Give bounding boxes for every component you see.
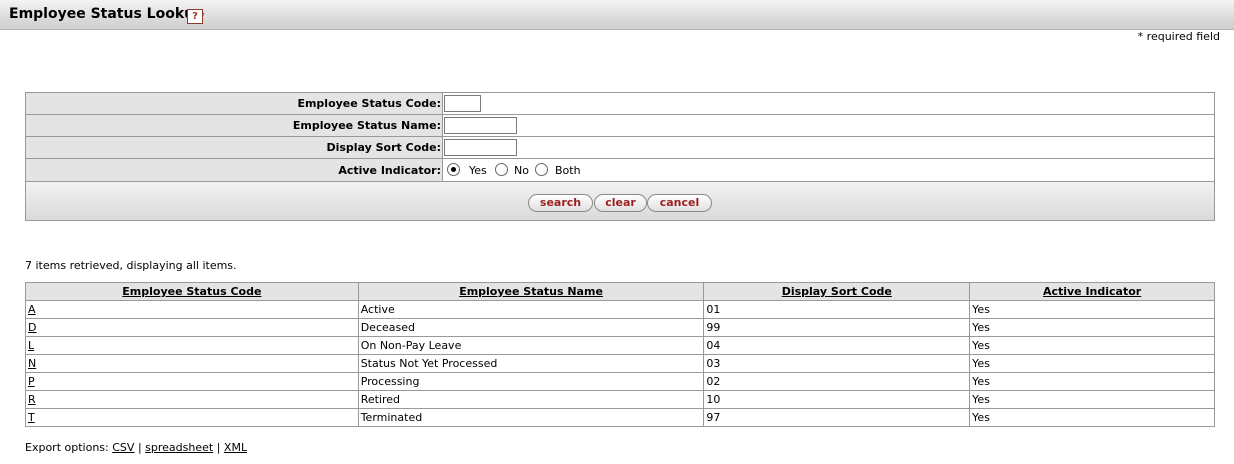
title-bar: Employee Status Lookup ?	[0, 0, 1234, 30]
sort-code-cell: 99	[703, 318, 971, 337]
column-header-sort-code[interactable]: Display Sort Code	[703, 282, 971, 301]
active-indicator-cell: Yes	[969, 408, 1215, 427]
field-row-sort-code: Display Sort Code:	[26, 137, 1214, 159]
sort-code-cell: 03	[703, 354, 971, 373]
employee-status-code-label: Employee Status Code:	[26, 93, 443, 114]
search-button[interactable]: search	[528, 194, 593, 212]
export-csv-link[interactable]: CSV	[112, 441, 134, 454]
column-header-active-indicator[interactable]: Active Indicator	[969, 282, 1215, 301]
required-field-note: * required field	[1137, 30, 1220, 43]
table-row: R Retired 10 Yes	[25, 390, 1215, 409]
table-row: N Status Not Yet Processed 03 Yes	[25, 354, 1215, 373]
status-name-cell: Deceased	[357, 318, 705, 337]
sort-code-cell: 97	[703, 408, 971, 427]
status-code-link[interactable]: N	[28, 357, 36, 370]
results-table: Employee Status Code Employee Status Nam…	[25, 282, 1215, 427]
status-code-link[interactable]: R	[28, 393, 36, 406]
export-options: Export options: CSV | spreadsheet | XML	[25, 441, 247, 454]
active-both-label: Both	[555, 164, 581, 177]
active-indicator-cell: Yes	[969, 390, 1215, 409]
export-separator: |	[137, 441, 142, 454]
active-no-label: No	[514, 164, 529, 177]
sort-code-cell: 10	[703, 390, 971, 409]
cancel-button[interactable]: cancel	[647, 194, 712, 212]
button-bar: search clear cancel	[26, 182, 1214, 220]
search-criteria-panel: Employee Status Code: Employee Status Na…	[25, 92, 1215, 221]
status-name-cell: Status Not Yet Processed	[357, 354, 705, 373]
active-indicator-cell: Yes	[969, 336, 1215, 355]
column-header-status-code[interactable]: Employee Status Code	[25, 282, 359, 301]
status-name-cell: Processing	[357, 372, 705, 391]
clear-button[interactable]: clear	[594, 194, 647, 212]
status-name-cell: On Non-Pay Leave	[357, 336, 705, 355]
results-header-row: Employee Status Code Employee Status Nam…	[25, 282, 1215, 301]
status-name-cell: Retired	[357, 390, 705, 409]
active-yes-radio[interactable]	[447, 163, 460, 176]
employee-status-name-input[interactable]	[444, 117, 517, 134]
active-indicator-cell: Yes	[969, 300, 1215, 319]
column-header-status-name[interactable]: Employee Status Name	[357, 282, 705, 301]
employee-status-name-label: Employee Status Name:	[26, 115, 443, 136]
status-code-link[interactable]: D	[28, 321, 36, 334]
display-sort-code-input[interactable]	[444, 139, 517, 156]
table-row: P Processing 02 Yes	[25, 372, 1215, 391]
table-row: D Deceased 99 Yes	[25, 318, 1215, 337]
sort-code-cell: 01	[703, 300, 971, 319]
active-no-radio[interactable]	[495, 163, 508, 176]
help-icon[interactable]: ?	[187, 9, 203, 24]
export-xml-link[interactable]: XML	[224, 441, 247, 454]
export-options-label: Export options:	[25, 441, 109, 454]
field-row-active-indicator: Active Indicator: Yes No Both	[26, 159, 1214, 182]
display-sort-code-label: Display Sort Code:	[26, 137, 443, 158]
table-row: T Terminated 97 Yes	[25, 408, 1215, 427]
export-separator: |	[216, 441, 221, 454]
status-code-link[interactable]: L	[28, 339, 34, 352]
active-indicator-label: Active Indicator:	[26, 159, 443, 181]
status-code-link[interactable]: A	[28, 303, 36, 316]
active-indicator-cell: Yes	[969, 372, 1215, 391]
active-indicator-cell: Yes	[969, 354, 1215, 373]
status-code-link[interactable]: P	[28, 375, 35, 388]
table-row: L On Non-Pay Leave 04 Yes	[25, 336, 1215, 355]
active-yes-label: Yes	[469, 164, 487, 177]
status-name-cell: Active	[357, 300, 705, 319]
field-row-status-code: Employee Status Code:	[26, 93, 1214, 115]
sort-code-cell: 04	[703, 336, 971, 355]
export-spreadsheet-link[interactable]: spreadsheet	[145, 441, 213, 454]
active-both-radio[interactable]	[535, 163, 548, 176]
status-code-link[interactable]: T	[28, 411, 35, 424]
table-row: A Active 01 Yes	[25, 300, 1215, 319]
employee-status-code-input[interactable]	[444, 95, 481, 112]
page-title: Employee Status Lookup	[9, 6, 205, 22]
field-row-status-name: Employee Status Name:	[26, 115, 1214, 137]
active-indicator-cell: Yes	[969, 318, 1215, 337]
status-name-cell: Terminated	[357, 408, 705, 427]
sort-code-cell: 02	[703, 372, 971, 391]
results-summary: 7 items retrieved, displaying all items.	[25, 259, 237, 272]
